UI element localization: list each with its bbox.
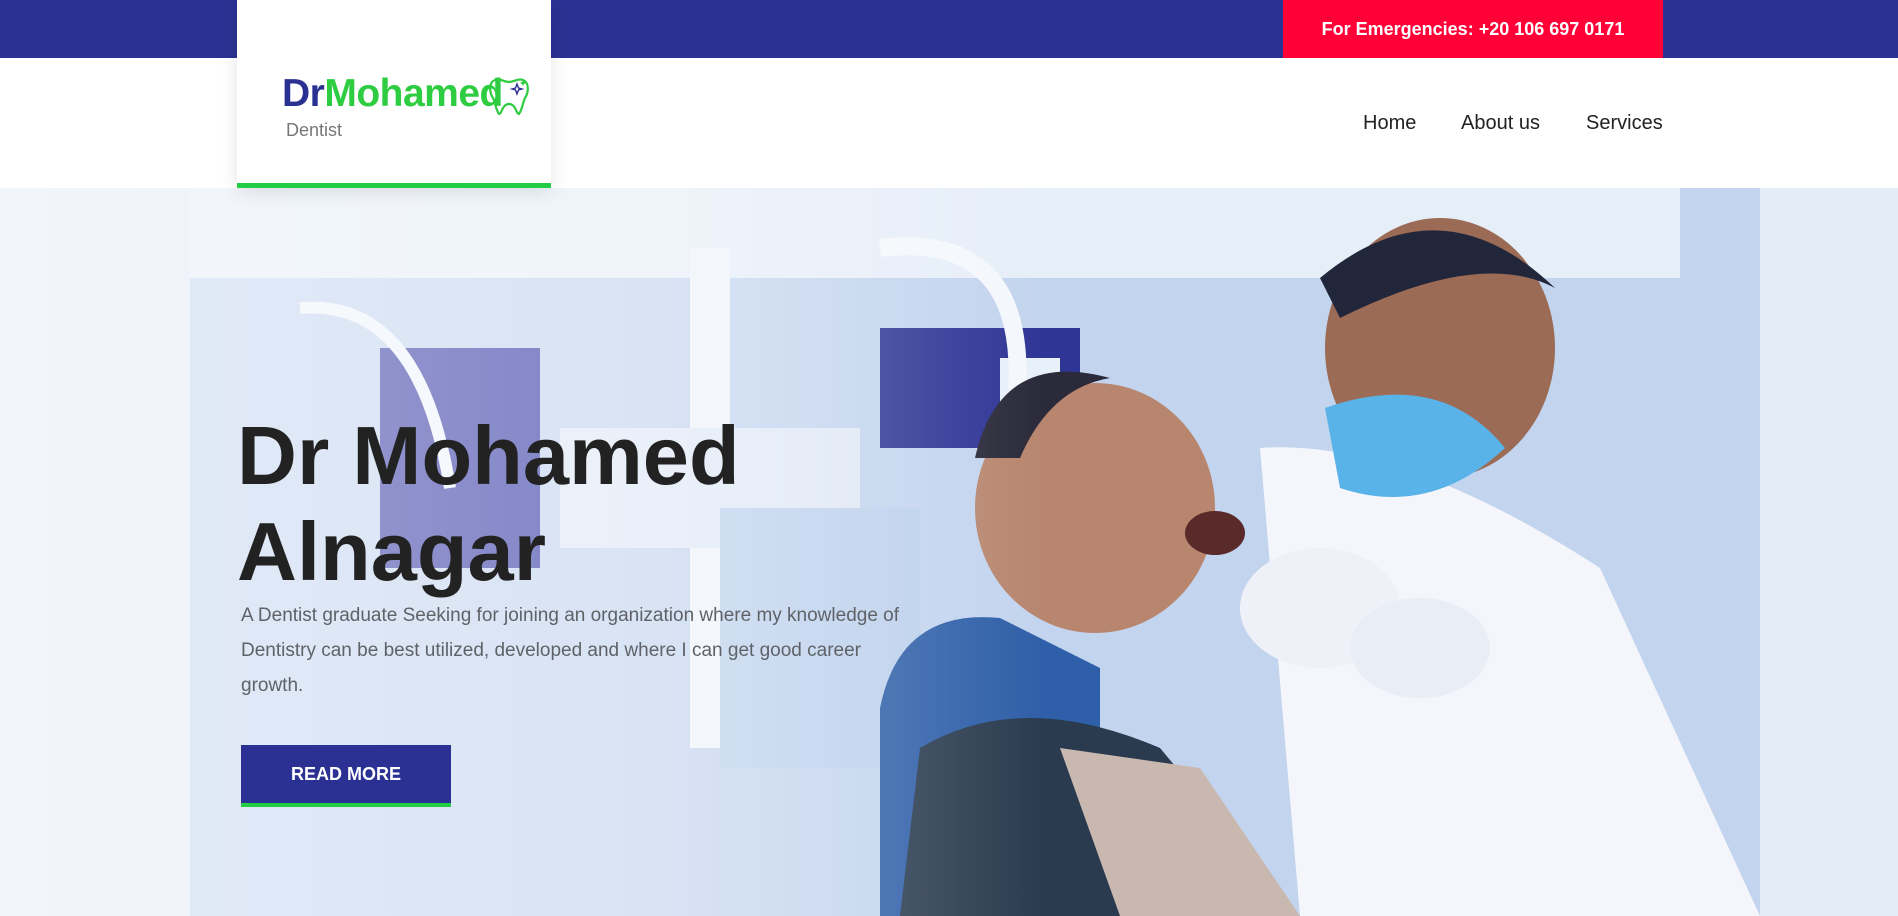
hero-title-line1: Dr Mohamed [237,409,740,502]
hero-section: Dr Mohamed Alnagar A Dentist graduate Se… [0,188,1898,916]
logo-wordmark: DrMohamed [282,72,503,116]
nav-services[interactable]: Services [1586,112,1663,135]
read-more-button[interactable]: READ MORE [241,745,451,807]
hero-title: Dr Mohamed Alnagar [237,408,937,600]
emergency-phone-button[interactable]: For Emergencies: +20 106 697 0171 [1283,0,1663,58]
nav-about-us[interactable]: About us [1461,112,1540,135]
hero-description: A Dentist graduate Seeking for joining a… [241,605,900,696]
nav-home[interactable]: Home [1363,112,1416,135]
logo-name: Mohamed [324,72,503,115]
hero-title-line2: Alnagar [237,505,547,598]
logo[interactable]: DrMohamed Dentist [237,0,551,188]
logo-subtitle: Dentist [286,120,343,140]
logo-dr: Dr [282,72,325,115]
tooth-icon [489,78,529,116]
